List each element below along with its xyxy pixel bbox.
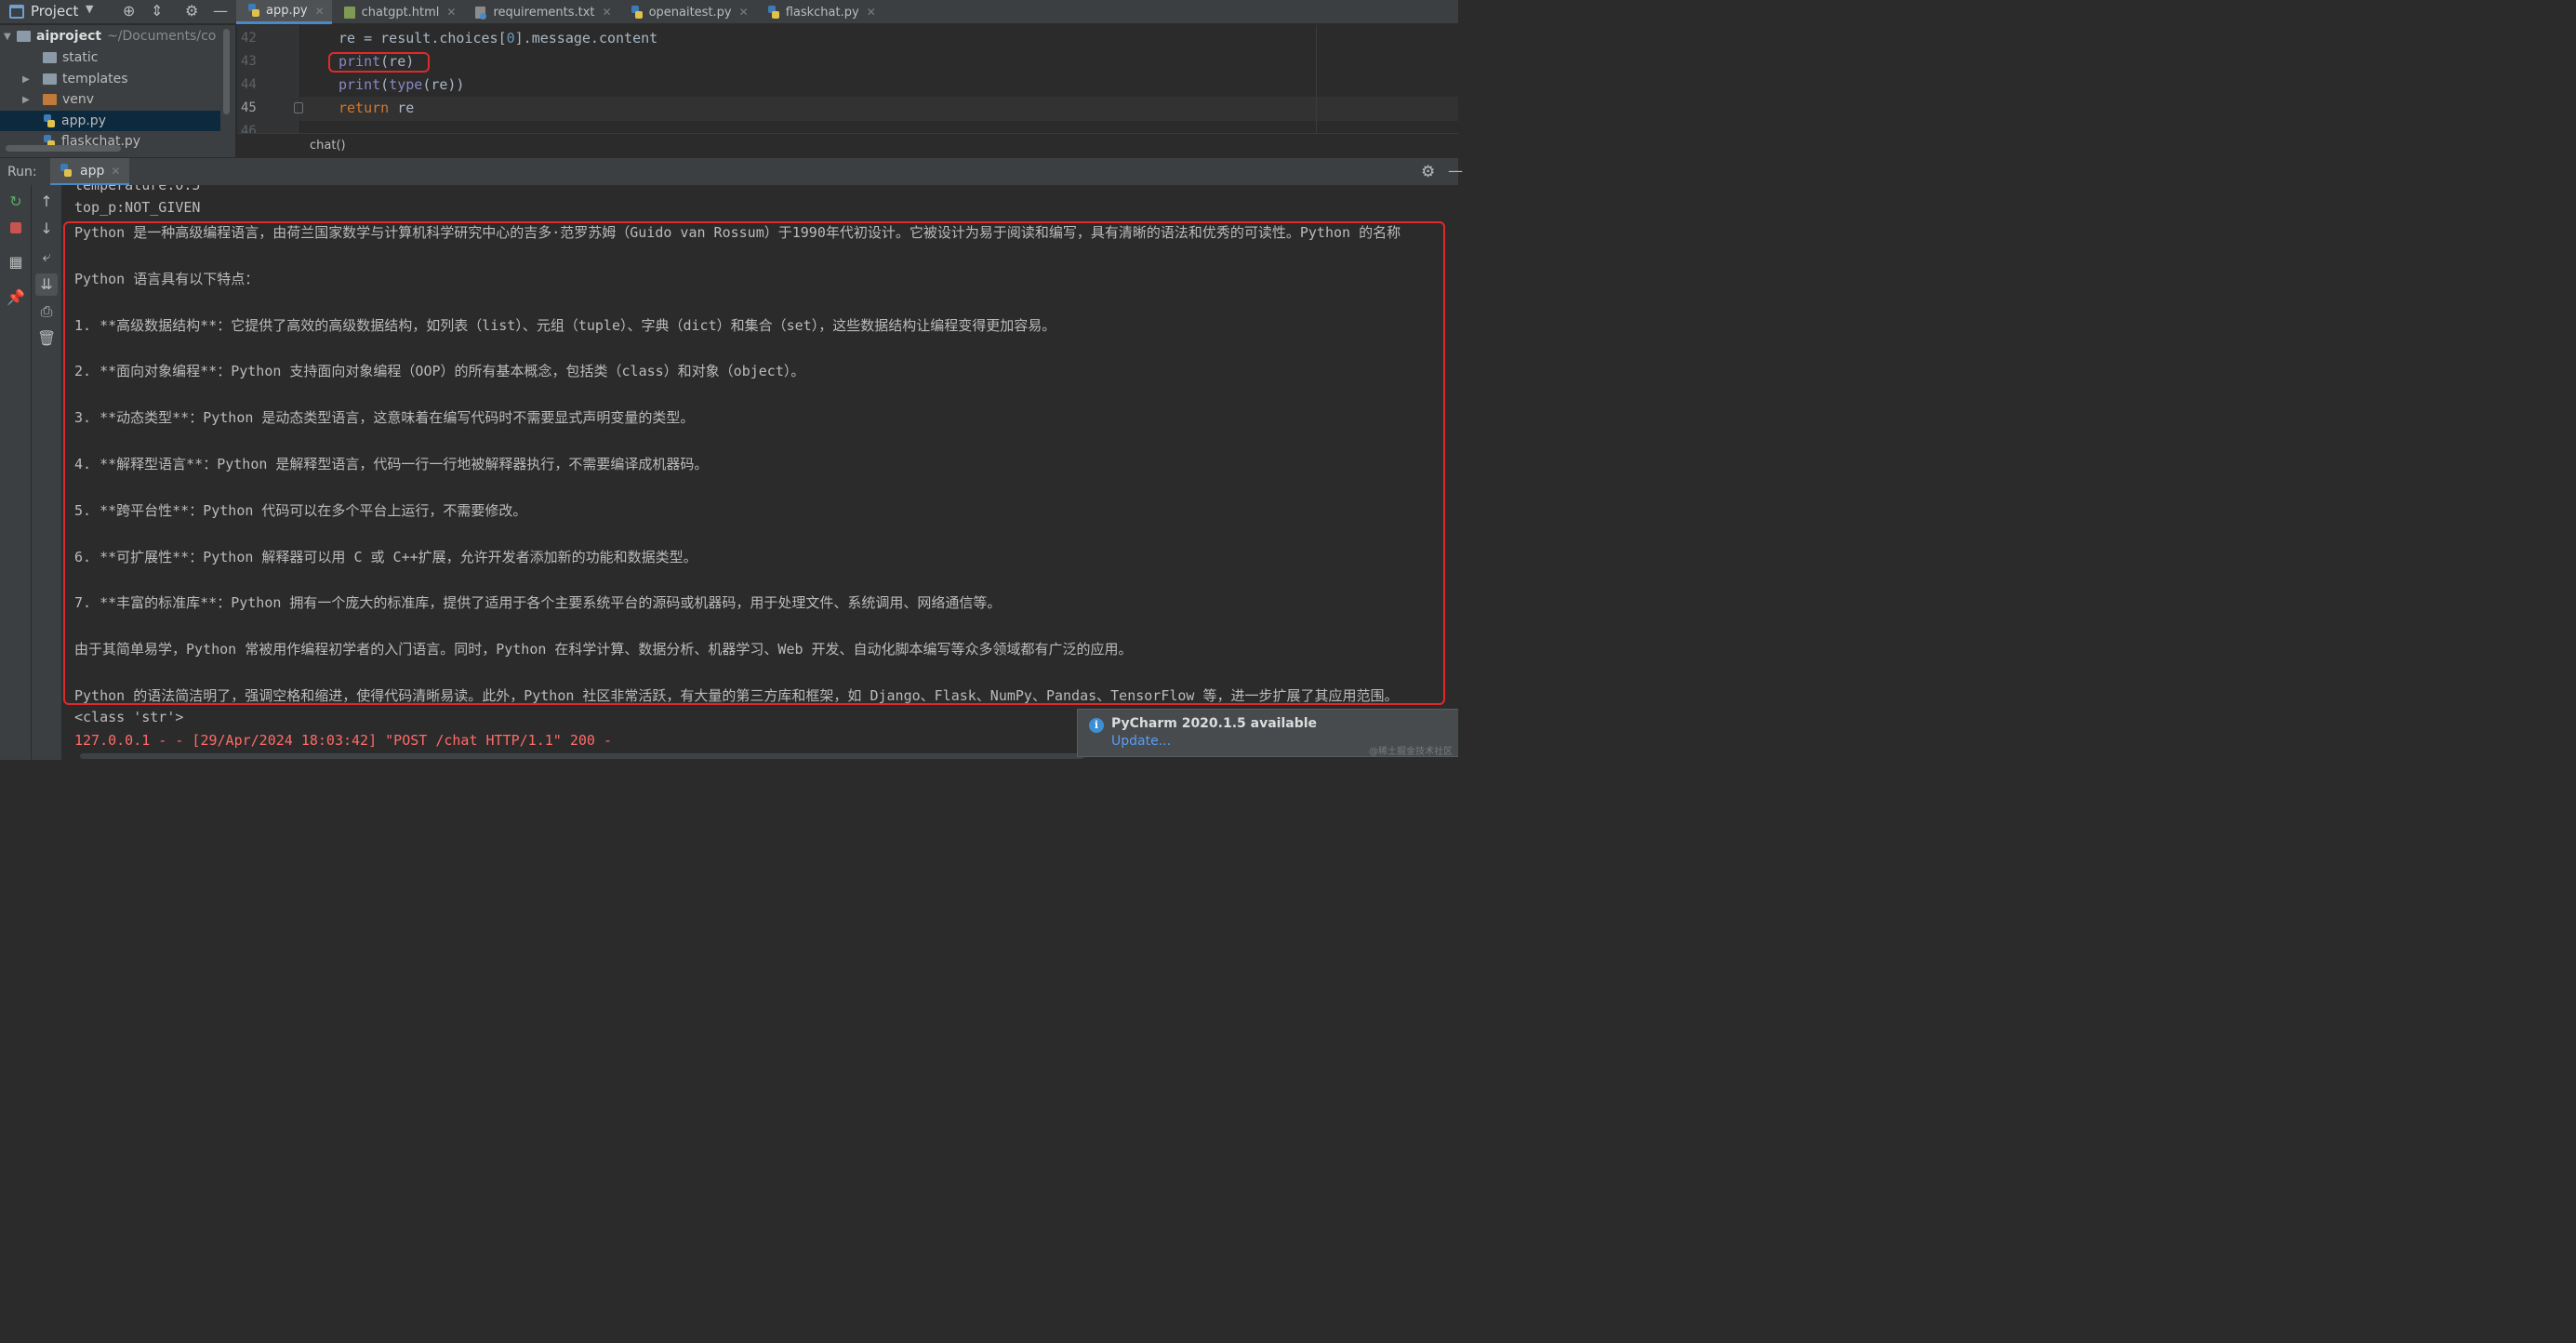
- python-file-icon: [247, 4, 260, 18]
- notification-title: PyCharm 2020.1.5 available: [1111, 716, 1318, 731]
- stop-icon[interactable]: [10, 222, 21, 233]
- tree-node-static[interactable]: static: [43, 47, 98, 68]
- chevron-right-icon[interactable]: ▶: [22, 95, 35, 105]
- folder-icon: [43, 52, 57, 63]
- info-icon: i: [1089, 718, 1104, 733]
- tree-node-path: ~/Documents/co: [107, 29, 217, 44]
- breadcrumb-item-chat[interactable]: chat(): [310, 139, 346, 153]
- console-line: temperature:0.5: [74, 185, 201, 193]
- trash-icon[interactable]: 🗑: [37, 329, 56, 348]
- tree-node-label: app.py: [61, 113, 106, 128]
- highlight-box-print-statement: [328, 52, 430, 73]
- gear-icon[interactable]: ⚙: [185, 2, 198, 20]
- text-file-icon: [474, 6, 487, 20]
- tree-node-label: templates: [62, 72, 128, 86]
- breadcrumb: chat(): [237, 133, 1458, 157]
- line-number: 43: [241, 54, 257, 69]
- tree-node-label: static: [62, 50, 99, 65]
- pin-icon[interactable]: 📌: [7, 288, 25, 307]
- arrow-up-icon[interactable]: ↑: [37, 193, 56, 211]
- line-number: 46: [241, 124, 257, 133]
- close-icon[interactable]: ✕: [315, 5, 325, 18]
- highlight-box-console-output: [63, 221, 1445, 705]
- tree-horizontal-scrollbar[interactable]: [6, 145, 121, 152]
- soft-wrap-icon[interactable]: ⤶: [37, 247, 56, 266]
- run-tab-app[interactable]: app ✕: [50, 158, 130, 186]
- layout-icon[interactable]: ▦: [7, 253, 25, 272]
- tree-node-aiproject[interactable]: ▼ aiproject ~/Documents/co: [4, 26, 216, 47]
- current-line-highlight: [299, 97, 1458, 121]
- tab-label: requirements.txt: [493, 5, 595, 20]
- line-number-gutter: 42 43 44 45 46: [237, 25, 299, 133]
- project-view-header: Project ▼ ⊕ ⇕ ⚙ —: [0, 0, 236, 24]
- folder-icon: [43, 94, 57, 105]
- tab-flaskchat-py[interactable]: flaskchat.py ✕: [756, 0, 883, 24]
- chevron-down-icon[interactable]: ▼: [4, 32, 17, 42]
- gear-icon[interactable]: ⚙: [1421, 163, 1435, 181]
- python-file-icon: [60, 163, 74, 179]
- tab-chatgpt-html[interactable]: chatgpt.html ✕: [332, 0, 464, 24]
- console-line: top_p:NOT_GIVEN: [74, 199, 201, 216]
- line-number: 42: [241, 31, 257, 46]
- tab-requirements-txt[interactable]: requirements.txt ✕: [463, 0, 618, 24]
- tree-node-label: aiproject: [36, 29, 102, 44]
- console-line: <class 'str'>: [74, 709, 184, 725]
- update-link[interactable]: Update...: [1111, 734, 1171, 749]
- chevron-down-icon[interactable]: ▼: [86, 3, 93, 15]
- code-line-45[interactable]: return re: [339, 100, 414, 116]
- run-tab-label: app: [80, 163, 105, 179]
- watermark: @稀土掘金技术社区: [1369, 747, 1453, 757]
- close-icon[interactable]: ✕: [446, 6, 456, 19]
- collapse-all-icon[interactable]: ⇕: [151, 2, 163, 20]
- tree-node-label: venv: [62, 92, 95, 107]
- tree-node-templates[interactable]: ▶ templates: [22, 69, 128, 89]
- code-editor[interactable]: 42 43 44 45 46 re = result.choices[0].me…: [237, 25, 1458, 133]
- right-margin-guide: [1316, 25, 1317, 133]
- line-number: 45: [241, 100, 257, 115]
- project-view-title[interactable]: Project: [31, 3, 78, 20]
- close-icon[interactable]: ✕: [111, 165, 120, 178]
- line-number: 44: [241, 77, 257, 92]
- tab-label: chatgpt.html: [361, 5, 440, 20]
- project-window-icon: [9, 5, 24, 19]
- target-icon[interactable]: ⊕: [123, 2, 135, 20]
- tab-app-py[interactable]: app.py ✕: [236, 0, 332, 24]
- run-panel-label: Run:: [7, 165, 37, 180]
- print-icon[interactable]: ⎙: [37, 302, 56, 321]
- project-tree: ▼ aiproject ~/Documents/co static ▶ temp…: [0, 25, 236, 157]
- python-file-icon: [43, 113, 56, 128]
- tree-vertical-scrollbar[interactable]: [223, 29, 230, 114]
- run-toolbar-primary: ↻ ▦ 📌: [0, 185, 32, 760]
- code-line-44[interactable]: print(type(re)): [339, 76, 464, 93]
- fold-marker-icon[interactable]: [294, 102, 303, 113]
- tree-node-venv[interactable]: ▶ venv: [22, 89, 94, 110]
- chevron-right-icon[interactable]: ▶: [22, 74, 35, 85]
- run-toolbar-secondary: ↑ ↓ ⤶ ⇊ ⎙ 🗑: [32, 185, 62, 760]
- python-file-icon: [631, 5, 644, 20]
- close-icon[interactable]: ✕: [739, 6, 749, 19]
- close-icon[interactable]: ✕: [603, 6, 612, 19]
- html-file-icon: [343, 6, 356, 20]
- python-file-icon: [767, 5, 780, 20]
- console-log-line: 127.0.0.1 - - [29/Apr/2024 18:03:42] "PO…: [74, 732, 612, 749]
- tab-label: flaskchat.py: [785, 5, 859, 20]
- minimize-icon[interactable]: —: [1448, 162, 1463, 180]
- close-icon[interactable]: ✕: [867, 6, 876, 19]
- editor-tab-bar: Project ▼ ⊕ ⇕ ⚙ — app.py ✕ chatgpt.html ✕ re…: [0, 0, 1458, 24]
- tree-node-app-py[interactable]: app.py: [0, 111, 220, 131]
- file-tabs: app.py ✕ chatgpt.html ✕ requirements.txt ✕ ope…: [236, 0, 883, 24]
- tab-label: app.py: [266, 4, 308, 18]
- tab-label: openaitest.py: [648, 5, 732, 20]
- arrow-down-icon[interactable]: ↓: [37, 219, 56, 238]
- folder-icon: [17, 31, 31, 42]
- rerun-icon[interactable]: ↻: [7, 193, 25, 211]
- console-horizontal-scrollbar[interactable]: [80, 753, 1084, 759]
- run-panel-header: Run: app ✕ ⚙ —: [0, 157, 1463, 186]
- hide-icon[interactable]: —: [213, 2, 228, 20]
- folder-icon: [43, 73, 57, 85]
- tab-openaitest-py[interactable]: openaitest.py ✕: [619, 0, 756, 24]
- scroll-to-end-icon[interactable]: ⇊: [35, 273, 58, 296]
- code-line-42[interactable]: re = result.choices[0].message.content: [339, 30, 657, 47]
